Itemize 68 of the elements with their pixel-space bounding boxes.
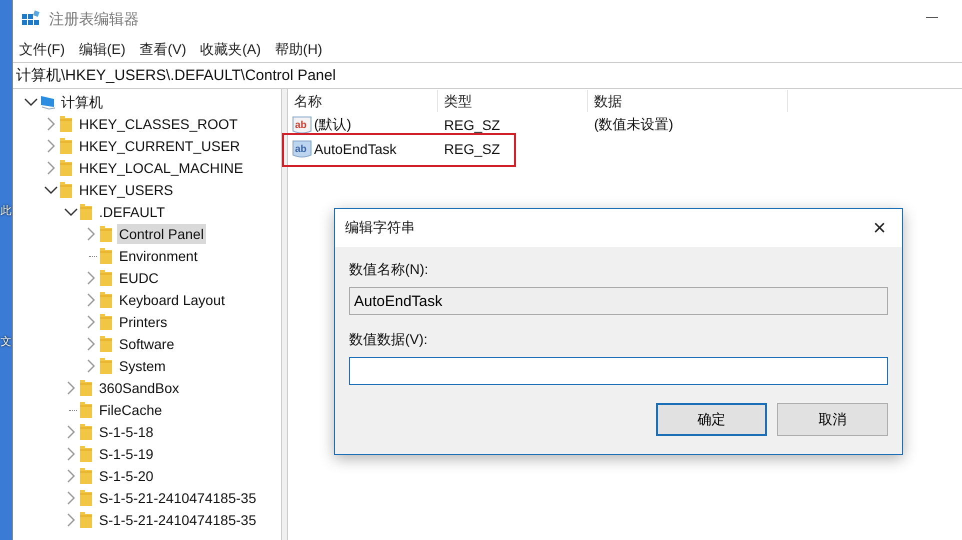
menu-item[interactable]: 文件(F) (19, 41, 65, 59)
folder-icon (59, 115, 73, 133)
column-header[interactable]: 名称 (288, 90, 438, 112)
folder-icon (99, 357, 113, 375)
value-name-field[interactable]: AutoEndTask (349, 287, 888, 315)
folder-icon (99, 313, 113, 331)
folder-icon (79, 511, 93, 529)
tree-item-label[interactable]: Keyboard Layout (117, 290, 227, 310)
tree-item-label[interactable]: S-1-5-21-2410474185-35 (97, 510, 258, 530)
string-value-icon: ab (292, 116, 312, 134)
desktop-icon-label[interactable]: 此 (0, 203, 12, 218)
tree-item-label[interactable]: .DEFAULT (97, 202, 167, 222)
tree-item-label[interactable]: S-1-5-20 (97, 466, 156, 486)
value-data: (数值未设置) (593, 116, 674, 134)
field-label: 数值名称(N): (349, 261, 430, 279)
folder-icon (59, 181, 73, 199)
value-name[interactable]: AutoEndTask (314, 141, 396, 157)
minimize-icon[interactable] (926, 17, 938, 19)
folder-icon (79, 203, 93, 221)
tree-item-label[interactable]: Environment (117, 246, 200, 266)
address-bar[interactable]: 计算机\HKEY_USERS\.DEFAULT\Control Panel (13, 62, 962, 89)
folder-icon (79, 379, 93, 397)
desktop-icon-label[interactable]: 文 (0, 334, 12, 349)
value-data-field[interactable] (349, 357, 888, 385)
tree-item-label[interactable]: S-1-5-21-2410474185-35 (97, 488, 258, 508)
folder-icon (59, 137, 73, 155)
window-title: 注册表编辑器 (49, 10, 139, 28)
tree-item-label[interactable]: 计算机 (59, 92, 105, 112)
folder-icon (99, 247, 113, 265)
tree-item-label[interactable]: Software (117, 334, 176, 354)
tree-item-label[interactable]: Printers (117, 312, 170, 332)
cancel-button[interactable]: 取消 (777, 403, 888, 436)
column-header[interactable]: 数据 (588, 90, 788, 112)
close-button[interactable]: × (867, 215, 892, 241)
folder-icon (79, 467, 93, 485)
folder-icon (79, 401, 93, 419)
folder-icon (99, 269, 113, 287)
folder-icon (99, 291, 113, 309)
tree-item-label[interactable]: 360SandBox (97, 378, 182, 398)
folder-icon (79, 445, 93, 463)
menu-item[interactable]: 查看(V) (140, 41, 186, 59)
folder-icon (79, 423, 93, 441)
ok-button[interactable]: 确定 (656, 403, 767, 436)
tree-item-label[interactable]: HKEY_CLASSES_ROOT (77, 114, 240, 134)
menu-item[interactable]: 帮助(H) (274, 41, 322, 59)
folder-icon (99, 225, 113, 243)
value-type: REG_SZ (443, 117, 502, 133)
value-name[interactable]: (默认) (314, 116, 352, 134)
menu-item[interactable]: 编辑(E) (78, 41, 126, 59)
field-label: 数值数据(V): (349, 331, 429, 349)
folder-icon (59, 159, 73, 177)
tree-item-label[interactable]: Control Panel (117, 224, 206, 244)
value-type: REG_SZ (443, 141, 502, 157)
dialog-title: 编辑字符串 (345, 219, 415, 237)
tree-item-label[interactable]: HKEY_USERS (77, 180, 176, 200)
tree-item-label[interactable]: S-1-5-18 (97, 422, 156, 442)
tree-item-label[interactable]: S-1-5-19 (97, 444, 156, 464)
menu-item[interactable]: 收藏夹(A) (200, 41, 261, 59)
string-value-icon: ab (292, 140, 312, 158)
tree-item-label[interactable]: HKEY_CURRENT_USER (77, 136, 242, 156)
tree-item-label[interactable]: FileCache (97, 400, 164, 420)
tree-item-label[interactable]: HKEY_LOCAL_MACHINE (77, 158, 246, 178)
computer-icon (39, 94, 57, 110)
folder-icon (79, 489, 93, 507)
tree-item-label[interactable]: EUDC (117, 268, 161, 288)
folder-icon (99, 335, 113, 353)
tree-item-label[interactable]: System (117, 356, 168, 376)
column-header[interactable]: 类型 (438, 90, 588, 112)
